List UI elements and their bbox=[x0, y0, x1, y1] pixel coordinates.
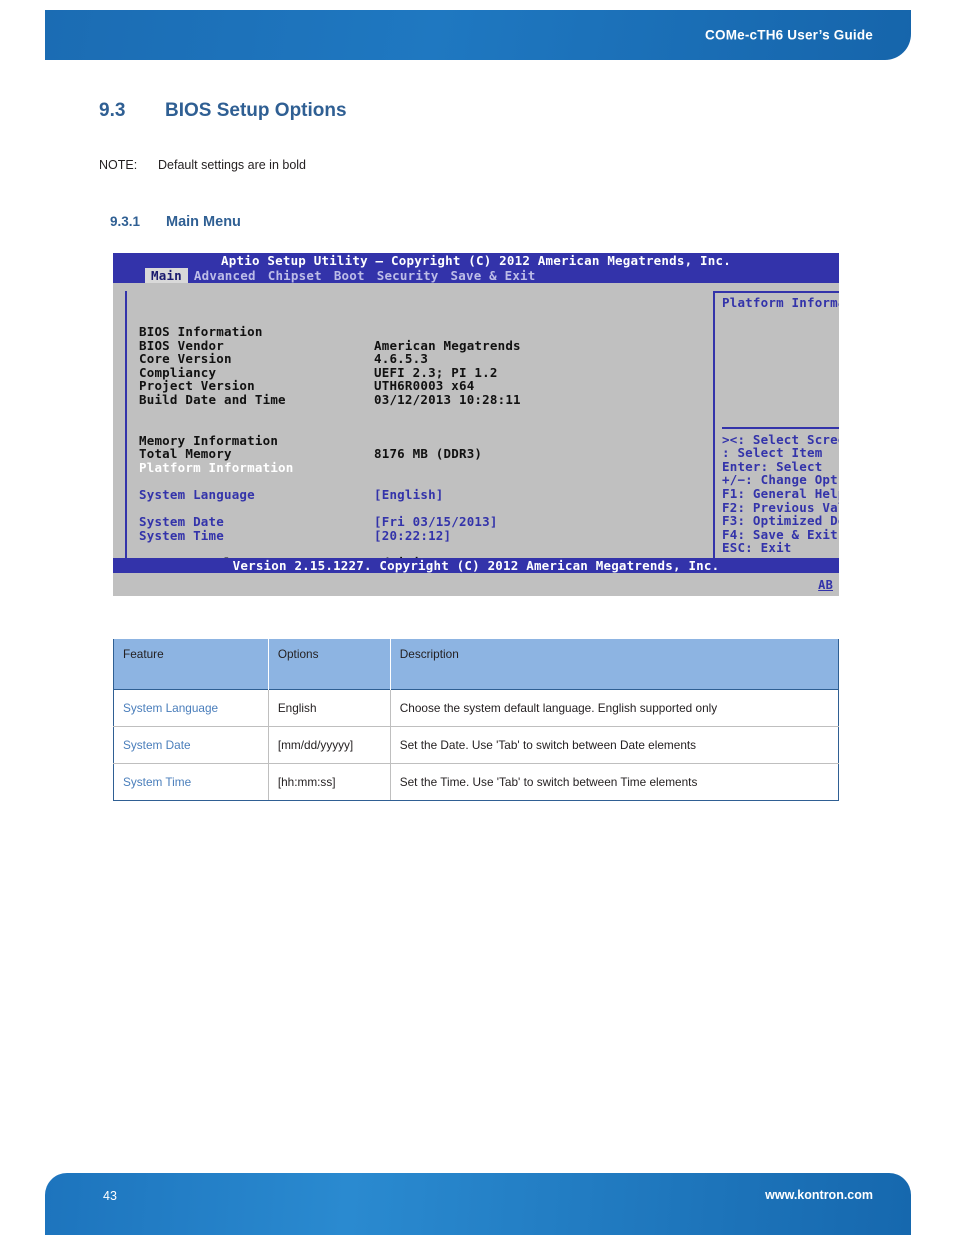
bios-help-key-line: F3: Optimized Defaults bbox=[722, 513, 839, 529]
bios-info-row-value: 03/12/2013 10:28:11 bbox=[374, 391, 521, 407]
bios-help-key-line: ><: Select Screen bbox=[722, 431, 839, 447]
bios-info-row: Core Version 4.6.5.3 bbox=[139, 352, 585, 366]
bios-setting-row[interactable]: System Language [English] bbox=[139, 488, 585, 502]
bios-help-pane: Platform Information ><: Select Screen :… bbox=[713, 291, 839, 565]
bios-menu-item-save-exit[interactable]: Save & Exit bbox=[445, 268, 542, 283]
section-heading: 9.3 BIOS Setup Options bbox=[99, 100, 347, 122]
bios-memory-row: Total Memory 8176 MB (DDR3) bbox=[139, 447, 585, 461]
bios-datetime-rows[interactable]: System Date [Fri 03/15/2013] System Time [2… bbox=[139, 515, 585, 542]
table-row: System Date [mm/dd/yyyyy] Set the Date. Us… bbox=[113, 726, 840, 764]
table-header-feature: Feature bbox=[113, 639, 269, 690]
bios-menu-item-security[interactable]: Security bbox=[371, 268, 445, 283]
feature-link[interactable]: System Date bbox=[123, 738, 191, 752]
bios-info-row-value: UTH6R0003 x64 bbox=[374, 378, 475, 394]
bios-menubar: Main Advanced Chipset Boot Security Save & Ex… bbox=[113, 268, 839, 283]
table-header-options: Options bbox=[267, 639, 391, 690]
bios-help-key-line: F2: Previous Values bbox=[722, 499, 839, 515]
note-text: Default settings are in bold bbox=[158, 158, 307, 172]
note-line: NOTE: Default settings are in bold bbox=[99, 158, 306, 172]
bios-info-row-value: 4.6.5.3 bbox=[374, 351, 429, 367]
bios-datetime-row-key: System Date bbox=[139, 514, 224, 530]
bios-info-row-key: Compliancy bbox=[139, 364, 217, 380]
subsection-number: 9.3.1 bbox=[110, 214, 141, 229]
bios-version-bar: Version 2.15.1227. Copyright (C) 2012 Am… bbox=[113, 558, 839, 573]
bios-options-table: Feature Options Description System Languag… bbox=[113, 639, 840, 801]
bios-titlebar: Aptio Setup Utility – Copyright (C) 2012… bbox=[113, 253, 839, 268]
subsection-heading: 9.3.1 Main Menu bbox=[110, 214, 241, 230]
bios-left-pane: BIOS Information BIOS Vendor American Meg… bbox=[125, 291, 585, 569]
bios-menu-item-main[interactable]: Main bbox=[145, 268, 188, 283]
section-title: BIOS Setup Options bbox=[165, 100, 347, 121]
guide-title: COMe-cTH6 User’s Guide bbox=[705, 27, 873, 43]
bios-datetime-row[interactable]: System Date [Fri 03/15/2013] bbox=[139, 515, 585, 529]
bios-datetime-row-value: [20:22:12] bbox=[374, 527, 452, 543]
bios-setting-rows[interactable]: System Language [English] bbox=[139, 488, 585, 502]
table-cell-options: [hh:mm:ss] bbox=[267, 763, 391, 801]
bios-memory-row-value: 8176 MB (DDR3) bbox=[374, 446, 483, 462]
bios-help-key-list: ><: Select Screen : Select ItemEnter: Se… bbox=[722, 431, 839, 556]
table-row: System Language English Choose the system … bbox=[113, 689, 840, 727]
bios-menu-item-chipset[interactable]: Chipset bbox=[262, 268, 328, 283]
bios-info-row-value: UEFI 2.3; PI 1.2 bbox=[374, 364, 498, 380]
bios-body: BIOS Information BIOS Vendor American Meg… bbox=[113, 283, 839, 583]
company-url[interactable]: www.kontron.com bbox=[765, 1188, 873, 1202]
table-cell-description: Set the Time. Use 'Tab' to switch betwee… bbox=[389, 763, 840, 801]
bios-info-row: Compliancy UEFI 2.3; PI 1.2 bbox=[139, 366, 585, 380]
bios-info-row-key: Core Version bbox=[139, 351, 232, 367]
bios-help-key-line: +/−: Change Opt. bbox=[722, 472, 839, 488]
bios-information-heading: BIOS Information bbox=[139, 324, 263, 339]
bios-menu-item-advanced[interactable]: Advanced bbox=[188, 268, 262, 283]
bios-setting-row-value: [English] bbox=[374, 487, 444, 503]
bios-datetime-row-value: [Fri 03/15/2013] bbox=[374, 514, 498, 530]
feature-link[interactable]: System Time bbox=[123, 775, 191, 789]
bios-help-heading: Platform Information bbox=[722, 295, 839, 310]
table-cell-options: [mm/dd/yyyyy] bbox=[267, 726, 391, 764]
memory-information-rows: Total Memory 8176 MB (DDR3) bbox=[139, 447, 585, 461]
table-cell-description: Choose the system default language. Engl… bbox=[389, 689, 840, 727]
bios-help-key-line: F1: General Help bbox=[722, 485, 839, 501]
bios-info-row-key: Build Date and Time bbox=[139, 391, 286, 407]
table-header-row: Feature Options Description bbox=[113, 639, 840, 690]
memory-information-heading: Memory Information bbox=[139, 432, 279, 448]
page-footer-band: 43 www.kontron.com bbox=[45, 1173, 911, 1235]
bios-info-row: BIOS Vendor American Megatrends bbox=[139, 337, 585, 353]
table-cell-feature: System Language bbox=[113, 689, 269, 727]
bios-help-key-line: : Select Item bbox=[722, 445, 823, 461]
bios-info-row-key: BIOS Vendor bbox=[139, 337, 224, 353]
bios-help-key-line: ESC: Exit bbox=[722, 540, 792, 556]
page-header-band: COMe-cTH6 User’s Guide bbox=[45, 10, 911, 60]
bios-corner-mark: AB bbox=[818, 578, 833, 593]
feature-link[interactable]: System Language bbox=[123, 701, 218, 715]
table-cell-description: Set the Date. Use 'Tab' to switch betwee… bbox=[389, 726, 840, 764]
table-row: System Time [hh:mm:ss] Set the Time. Use '… bbox=[113, 763, 840, 801]
bios-memory-row-key: Total Memory bbox=[139, 446, 232, 462]
bios-datetime-row[interactable]: System Time [20:22:12] bbox=[139, 529, 585, 543]
bios-info-row: Build Date and Time 03/12/2013 10:28:11 bbox=[139, 393, 585, 407]
table-header-description: Description bbox=[389, 639, 840, 690]
bios-help-divider bbox=[722, 426, 839, 429]
page-number: 43 bbox=[103, 1189, 117, 1203]
note-label: NOTE: bbox=[99, 158, 138, 172]
bios-setup-screenshot: Aptio Setup Utility – Copyright (C) 2012… bbox=[113, 253, 839, 596]
bios-info-row: Project Version UTH6R0003 x64 bbox=[139, 379, 585, 393]
table-cell-feature: System Date bbox=[113, 726, 269, 764]
bios-help-key-line: Enter: Select bbox=[722, 458, 823, 474]
bios-info-row-key: Project Version bbox=[139, 378, 255, 394]
bios-selected-item-platform-information[interactable]: Platform Information bbox=[139, 461, 585, 475]
section-number: 9.3 bbox=[99, 100, 126, 121]
subsection-title: Main Menu bbox=[166, 214, 241, 230]
table-cell-options: English bbox=[267, 689, 391, 727]
bios-information-rows: BIOS Vendor American Megatrends Core Versi… bbox=[139, 337, 585, 407]
bios-menu-item-boot[interactable]: Boot bbox=[328, 268, 371, 283]
bios-setting-row-key: System Language bbox=[139, 487, 255, 503]
bios-info-row-value: American Megatrends bbox=[374, 337, 521, 353]
table-cell-feature: System Time bbox=[113, 763, 269, 801]
bios-datetime-row-key: System Time bbox=[139, 527, 224, 543]
bios-help-key-line: F4: Save & Exit bbox=[722, 526, 838, 542]
